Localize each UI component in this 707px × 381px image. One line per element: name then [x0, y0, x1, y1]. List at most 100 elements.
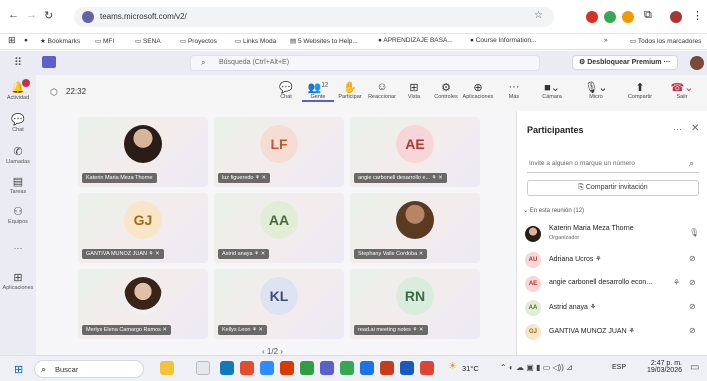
mic-off-icon[interactable]: ⊘: [689, 326, 696, 335]
participant-initials: LF: [260, 125, 298, 163]
rail-item-chat[interactable]: 💬 Chat: [0, 113, 36, 133]
language-indicator[interactable]: ESP: [612, 364, 626, 371]
teams-taskbar-icon[interactable]: [320, 361, 334, 375]
url-text: teams.microsoft.com/v2/: [100, 12, 187, 21]
video-stage: Katerin Maria Meza Thorne LF luz figuere…: [36, 111, 516, 355]
panel-more-icon[interactable]: ···: [673, 124, 682, 134]
app-icon[interactable]: [240, 361, 254, 375]
back-icon[interactable]: ←: [8, 9, 19, 21]
video-tile[interactable]: RN read.ai meeting notes ⚘ ✕: [350, 269, 480, 339]
video-tile[interactable]: AE angie carbonell desarrollo e... ⚘ ✕: [350, 117, 480, 187]
video-tile[interactable]: AA Astrid anaya ⚘ ✕: [214, 193, 344, 263]
toolbar-more-button[interactable]: ··· Más: [498, 81, 530, 100]
video-tile[interactable]: LF luz figueredo ⚘ ✕: [214, 117, 344, 187]
app-launcher-icon[interactable]: ⠿: [14, 56, 22, 69]
rail-item-llamadas[interactable]: ✆ Llamadas: [0, 145, 36, 165]
profile-avatar[interactable]: [670, 11, 682, 23]
bookmark-item[interactable]: ● Course Information...: [470, 37, 536, 44]
toolbar-view-button[interactable]: ⊞ Vista: [398, 81, 430, 100]
participant-row[interactable]: AU Adriana Ucros ⚘ ⊘: [525, 249, 703, 271]
rail-item-aplicaciones[interactable]: ⊞ Aplicaciones: [0, 271, 36, 291]
video-tile[interactable]: GJ GANTIVA MUNOZ JUAN ⚘ ✕: [78, 193, 208, 263]
bookmark-folder[interactable]: ▭ MFI: [95, 37, 114, 45]
bookmark-folder[interactable]: ▭ SENA: [135, 37, 161, 45]
tile-name: GANTIVA MUNOZ JUAN ⚘ ✕: [82, 249, 164, 259]
video-tile[interactable]: KL Kellys Leon ⚘ ✕: [214, 269, 344, 339]
avatar: AA: [525, 300, 541, 316]
rail-item-equipos[interactable]: ⚇ Equipos: [0, 205, 36, 225]
bookmarks-overflow[interactable]: »: [604, 37, 608, 44]
rail-item-tareas[interactable]: ▤ Tareas: [0, 175, 36, 195]
all-bookmarks[interactable]: ▭ Todos los marcadores: [630, 37, 701, 45]
extension-icon[interactable]: [604, 11, 616, 23]
notifications-icon[interactable]: ▭: [690, 362, 699, 373]
app-icon[interactable]: [280, 361, 294, 375]
extension-icon[interactable]: [586, 11, 598, 23]
extensions-puzzle-icon[interactable]: ⧉: [644, 9, 652, 22]
video-tile[interactable]: Katerin Maria Meza Thorne: [78, 117, 208, 187]
tile-name: Stephany Valle Cordoba ✕: [354, 249, 428, 259]
section-header[interactable]: ⌄ En esta reunión (12): [523, 207, 584, 214]
participant-photo: [124, 125, 162, 163]
browser-menu-icon[interactable]: ⋮: [692, 9, 703, 22]
app-icon[interactable]: [220, 361, 234, 375]
mic-icon[interactable]: 🎙: [689, 228, 699, 237]
app-icon[interactable]: [420, 361, 434, 375]
address-bar[interactable]: teams.microsoft.com/v2/ ☆: [74, 7, 554, 27]
widgets-icon[interactable]: [160, 361, 174, 375]
toolbar-react-button[interactable]: ☺ Reaccionar: [366, 81, 398, 100]
windows-start-icon[interactable]: ⊞: [14, 363, 23, 376]
app-icon[interactable]: [300, 361, 314, 375]
rail-item-actividad[interactable]: 🔔 Actividad: [0, 81, 36, 101]
chrome-taskbar-icon[interactable]: [340, 361, 354, 375]
participant-row[interactable]: Katerin Maria Meza Thorne Organizador 🎙: [525, 223, 703, 245]
toolbar-chat-button[interactable]: 💬 Chat: [270, 81, 302, 100]
participant-row[interactable]: AA Astrid anaya ⚘ ⊘: [525, 297, 703, 319]
bookmark-item[interactable]: ★ Bookmarks: [40, 37, 80, 45]
system-tray-icons[interactable]: ⌃ ◐ ☁ ▣ ▮ ▭ ◁)) ⊿: [500, 363, 573, 372]
toolbar-people-button[interactable]: 👥12 Gente: [302, 81, 334, 102]
app-icon[interactable]: [380, 361, 394, 375]
taskbar-search[interactable]: ⌕ Buscar: [34, 360, 144, 378]
share-invite-button[interactable]: ⎘ Compartir invitación: [527, 180, 699, 196]
bookmark-star-icon[interactable]: ☆: [534, 10, 543, 21]
mic-off-icon[interactable]: ⊘: [689, 302, 696, 311]
clock[interactable]: 2:47 p. m. 19/03/2026: [640, 360, 682, 374]
bookmark-item[interactable]: ▤ 5 Websites to Help...: [290, 37, 358, 45]
participant-row[interactable]: AE angie carbonell desarrollo econ... ⚘ …: [525, 273, 703, 295]
reload-icon[interactable]: ↻: [44, 9, 53, 22]
video-tile[interactable]: Merlys Elena Camargo Ramos ✕: [78, 269, 208, 339]
participant-name: angie carbonell desarrollo econ...: [549, 279, 653, 286]
extension-icon[interactable]: [622, 11, 634, 23]
bookmark-globe-icon[interactable]: ●: [24, 37, 28, 44]
user-avatar[interactable]: [690, 56, 704, 70]
bookmark-folder[interactable]: ▭ Links Moda: [235, 37, 276, 45]
video-tile[interactable]: Stephany Valle Cordoba ✕: [350, 193, 480, 263]
search-icon: ⌕: [41, 364, 47, 374]
close-icon[interactable]: ✕: [691, 123, 699, 134]
apps-grid-icon[interactable]: ⊞: [8, 35, 16, 46]
toolbar-raise-hand-button[interactable]: ✋ Participar: [334, 81, 366, 100]
toolbar-mic-button[interactable]: 🎙⌄ Micro: [580, 81, 612, 100]
task-view-icon[interactable]: [196, 361, 210, 375]
bookmark-folder[interactable]: ▭ Proyectos: [180, 37, 217, 45]
unlock-premium-button[interactable]: ⚙ Desbloquear Premium ···: [572, 55, 678, 70]
toolbar-leave-button[interactable]: ☎⌄ Salir: [666, 81, 698, 100]
bookmark-item[interactable]: ● APRENDIZAJE BASA...: [378, 37, 453, 44]
rail-more-button[interactable]: ···: [0, 243, 36, 253]
toolbar-apps-button[interactable]: ⊕ Aplicaciones: [462, 81, 494, 100]
forward-icon[interactable]: →: [26, 9, 37, 21]
toolbar-controls-button[interactable]: ⚙ Controles: [430, 81, 462, 100]
toolbar-camera-button[interactable]: ■⌄ Cámara: [536, 81, 568, 100]
invite-input[interactable]: Invite a alguien o marque un número ⌕: [527, 155, 699, 173]
participants-panel: Participantes ··· ✕ Invite a alguien o m…: [516, 111, 707, 355]
weather-temp[interactable]: 31°C: [462, 364, 479, 373]
mic-off-icon[interactable]: ⊘: [689, 278, 696, 287]
toolbar-share-button[interactable]: ⬆ Compartir: [624, 81, 656, 100]
app-icon[interactable]: [400, 361, 414, 375]
app-icon[interactable]: [260, 361, 274, 375]
participant-row[interactable]: GJ GANTIVA MUNOZ JUAN ⚘ ⊘: [525, 321, 703, 343]
search-input[interactable]: ⌕ Búsqueda (Ctrl+Alt+E): [190, 55, 540, 71]
mic-off-icon[interactable]: ⊘: [689, 254, 696, 263]
app-icon[interactable]: [360, 361, 374, 375]
